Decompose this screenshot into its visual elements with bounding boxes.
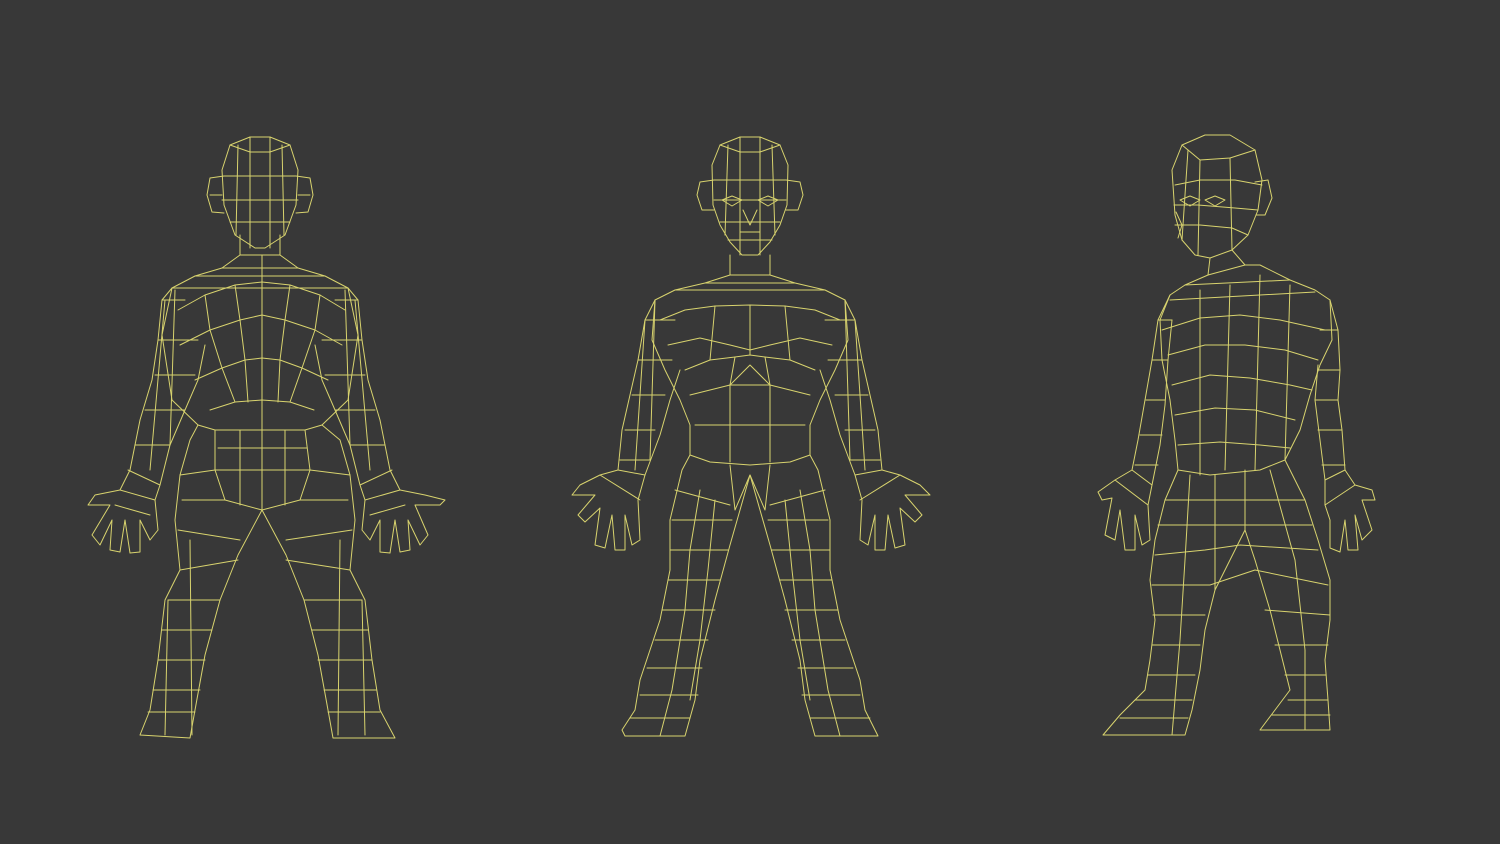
back-head-mesh [206,136,314,256]
3d-viewport[interactable] [0,0,1500,844]
wireframe-model-three-quarter-view [1097,134,1376,736]
wireframe-model-back-view [87,136,446,739]
front-right-arm-mesh [819,299,931,551]
side-right-arm-mesh [1314,299,1376,553]
back-left-arm-mesh [87,287,206,554]
front-legs-mesh [621,454,879,737]
back-right-arm-mesh [314,287,446,554]
front-head-mesh [696,136,804,276]
back-torso-mesh [161,254,359,431]
side-legs-mesh [1102,459,1331,736]
front-left-arm-mesh [571,299,681,551]
side-head-mesh [1171,134,1273,276]
front-torso-mesh [651,274,849,466]
wireframe-model-front-view [571,136,931,737]
side-torso-mesh [1159,264,1333,476]
